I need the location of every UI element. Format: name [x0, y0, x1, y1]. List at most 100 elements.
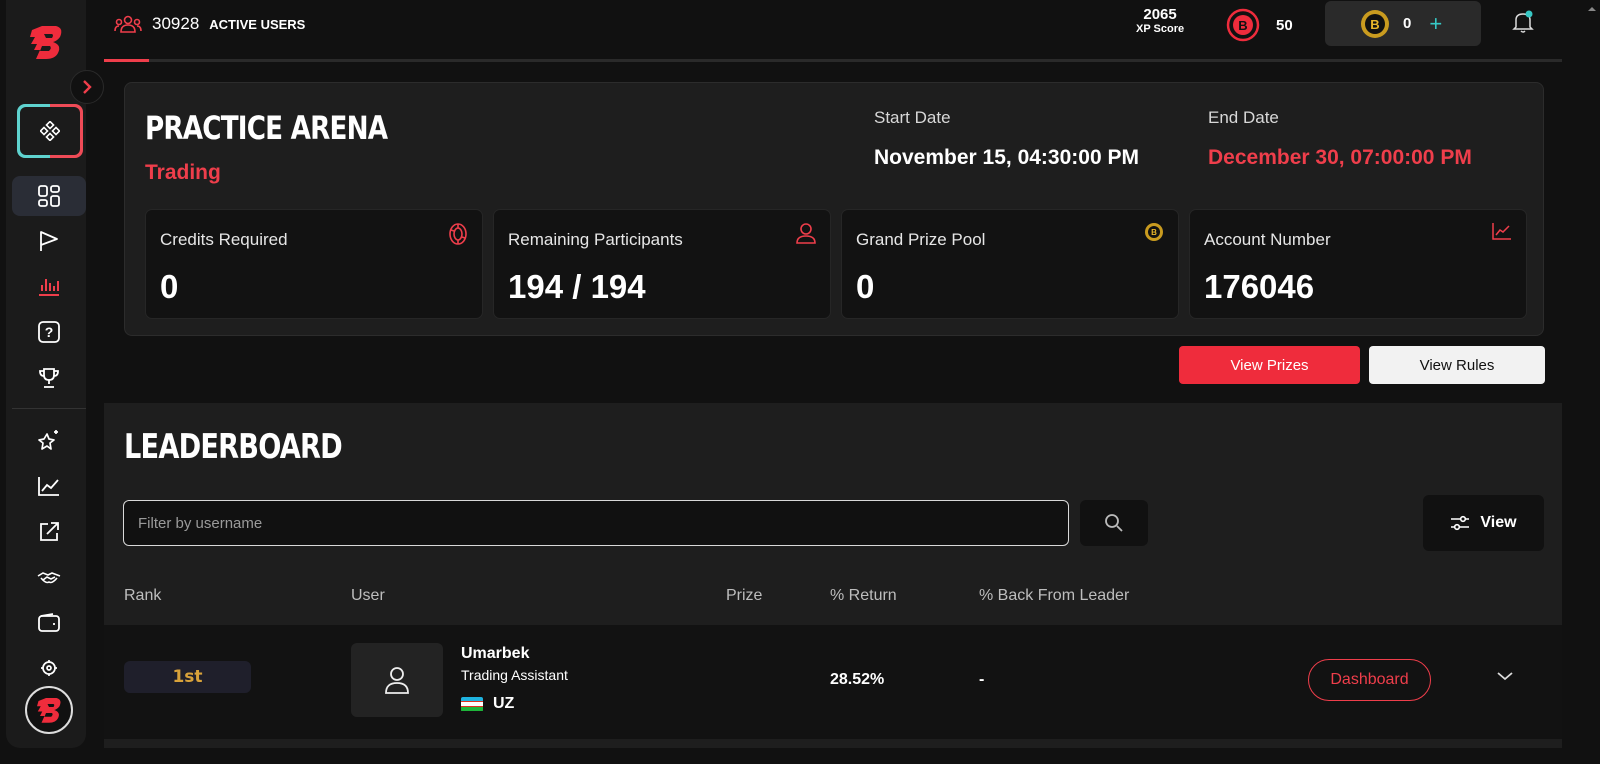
sidebar-collapse-button[interactable]	[70, 70, 104, 104]
sidebar-item-partners[interactable]	[12, 558, 86, 598]
dashboard-grid-icon	[38, 185, 60, 207]
active-tab-indicator	[104, 59, 149, 62]
users-group-icon	[114, 15, 142, 33]
user-avatar	[351, 643, 443, 717]
profile-avatar[interactable]	[25, 686, 73, 734]
sidebar-item-arenas[interactable]	[12, 266, 86, 306]
line-chart-icon	[38, 477, 59, 496]
dashboard-button[interactable]: Dashboard	[1308, 659, 1431, 701]
arena-panel: PRACTICE ARENA Trading Start Date Novemb…	[124, 82, 1544, 336]
stat-card-grand-prize-pool: Grand Prize Pool 0 B	[841, 209, 1179, 319]
sidebar-item-analytics[interactable]	[12, 466, 86, 506]
user-country: UZ	[461, 695, 514, 713]
sidebar-item-challenges[interactable]	[12, 221, 86, 261]
sidebar-item-wallet[interactable]	[12, 603, 86, 643]
add-coins-button[interactable]: +	[1429, 11, 1442, 37]
trophy-icon	[39, 368, 59, 388]
end-date: End Date December 30, 07:00:00 PM	[1208, 108, 1472, 170]
bell-icon	[1512, 10, 1534, 33]
sidebar-divider	[12, 408, 86, 409]
brand-logo-icon	[37, 698, 61, 723]
svg-text:B: B	[1370, 17, 1379, 32]
view-prizes-button[interactable]: View Prizes	[1179, 346, 1360, 384]
svg-text:?: ?	[45, 324, 54, 340]
user-icon	[385, 667, 409, 694]
person-icon	[796, 222, 816, 249]
search-icon	[1105, 514, 1123, 532]
handshake-icon	[37, 572, 61, 584]
question-box-icon: ?	[38, 321, 60, 343]
sidebar: ?	[6, 0, 86, 748]
chevron-down-icon	[1497, 672, 1513, 681]
sidebar-item-quiz[interactable]: ?	[12, 312, 86, 352]
notifications-button[interactable]	[1512, 10, 1534, 39]
view-rules-button[interactable]: View Rules	[1369, 346, 1545, 384]
rank-badge: 1st	[124, 661, 251, 693]
leaderboard-title: LEADERBOARD	[124, 427, 343, 467]
sidebar-item-external[interactable]	[12, 512, 86, 552]
stat-value: 176046	[1204, 268, 1315, 305]
sidebar-item-community[interactable]	[12, 648, 86, 688]
start-date: Start Date November 15, 04:30:00 PM	[874, 108, 1139, 170]
arena-subtitle: Trading	[145, 161, 221, 184]
stat-value: 0	[160, 268, 179, 305]
credit-token-icon: B	[1226, 8, 1260, 42]
user-role: Trading Assistant	[461, 667, 568, 683]
diamond-grid-icon	[40, 121, 60, 141]
column-header-rank: Rank	[124, 587, 162, 604]
svg-text:B: B	[1151, 228, 1157, 237]
active-users-label: ACTIVE USERS	[209, 16, 306, 32]
xp-score-label: XP Score	[1136, 23, 1185, 35]
scrollbar[interactable]	[1564, 0, 1600, 764]
stat-card-credits-required: Credits Required 0	[145, 209, 483, 319]
coin-icon: B	[1144, 222, 1164, 247]
username-filter-input[interactable]	[123, 500, 1069, 546]
xp-score-value: 2065	[1143, 6, 1177, 23]
stat-label: Grand Prize Pool	[856, 230, 986, 249]
stat-card-account-number: Account Number 176046	[1189, 209, 1527, 319]
leaderboard-panel: LEADERBOARD View Rank User Prize % Retur…	[104, 403, 1562, 748]
community-cog-icon	[41, 660, 57, 676]
expand-row-button[interactable]	[1496, 669, 1514, 687]
top-bar: 30928 ACTIVE USERS 2065 XP Score B 50 B …	[104, 0, 1562, 62]
mode-toggle[interactable]	[17, 104, 83, 158]
column-header-return: % Return	[830, 587, 897, 604]
search-button[interactable]	[1080, 500, 1148, 546]
country-code: UZ	[493, 695, 515, 712]
arena-title: PRACTICE ARENA	[145, 109, 388, 147]
stat-label: Account Number	[1204, 230, 1331, 249]
table-row[interactable]: 1st Umarbek Trading Assistant UZ 28.52% …	[104, 625, 1562, 739]
credits-balance[interactable]: B 50	[1226, 8, 1293, 42]
active-users-count: 30928	[152, 14, 200, 33]
svg-text:B: B	[1238, 18, 1247, 33]
flag-icon	[40, 231, 58, 251]
active-users: 30928 ACTIVE USERS	[114, 14, 305, 34]
user-name: Umarbek	[461, 645, 530, 662]
brand-logo-icon[interactable]	[26, 22, 66, 62]
end-date-label: End Date	[1208, 108, 1279, 127]
stat-value: 0	[856, 268, 875, 305]
stat-card-remaining-participants: Remaining Participants 194 / 194	[493, 209, 831, 319]
stat-label: Remaining Participants	[508, 230, 683, 249]
sparkle-star-icon	[38, 430, 58, 450]
view-options-button[interactable]: View	[1423, 495, 1544, 551]
coin-icon: B	[1361, 9, 1389, 38]
stat-value: 194 / 194	[508, 268, 646, 305]
line-chart-icon	[1492, 222, 1512, 245]
sidebar-item-trophies[interactable]	[12, 358, 86, 398]
scrollbar-thumb[interactable]	[1590, 0, 1598, 60]
external-link-icon	[40, 522, 59, 541]
start-date-label: Start Date	[874, 108, 951, 127]
back-from-leader-value: -	[979, 671, 985, 688]
chevron-right-icon	[83, 80, 92, 94]
xp-score: 2065 XP Score	[1136, 6, 1184, 35]
column-header-prize: Prize	[726, 587, 763, 604]
sliders-icon	[1451, 515, 1470, 531]
sidebar-item-rewards[interactable]	[12, 420, 86, 460]
start-date-value: November 15, 04:30:00 PM	[874, 146, 1139, 169]
stat-label: Credits Required	[160, 230, 288, 249]
coins-balance[interactable]: B 0 +	[1325, 1, 1481, 46]
end-date-value: December 30, 07:00:00 PM	[1208, 146, 1472, 169]
credit-chip-icon	[448, 222, 468, 251]
sidebar-item-dashboard[interactable]	[12, 176, 86, 216]
